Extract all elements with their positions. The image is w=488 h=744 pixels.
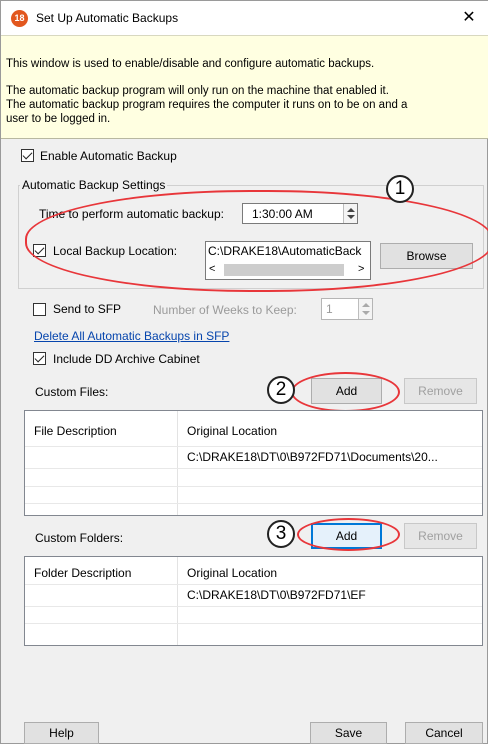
info-line-3: The automatic backup program requires th… [6, 99, 408, 111]
info-line-2: The automatic backup program will only r… [6, 85, 389, 97]
spin-up-icon[interactable] [362, 303, 370, 307]
weeks-to-keep-input[interactable]: 1 [321, 298, 373, 320]
table-header-folder-description: Folder Description [34, 566, 132, 580]
annotation-number-3: 3 [267, 520, 295, 548]
annotation-ellipse-1 [25, 190, 488, 292]
table-row-location[interactable]: C:\DRAKE18\DT\0\B972FD71\EF [187, 588, 479, 602]
table-header-original-location: Original Location [187, 424, 278, 438]
enable-backup-checkbox[interactable] [21, 149, 34, 162]
delete-sfp-backups-link[interactable]: Delete All Automatic Backups in SFP [34, 329, 229, 343]
custom-folders-table: Folder Description Original Location C:\… [24, 556, 483, 646]
weeks-to-keep-value: 1 [326, 302, 333, 316]
include-dd-archive-label: Include DD Archive Cabinet [53, 352, 200, 366]
remove-file-button[interactable]: Remove [404, 378, 477, 404]
weeks-spinner[interactable] [358, 299, 372, 319]
save-button[interactable]: Save [310, 722, 387, 744]
help-button[interactable]: Help [24, 722, 99, 744]
backup-settings-group-title: Automatic Backup Settings [20, 178, 168, 192]
custom-files-table: File Description Original Location C:\DR… [24, 410, 483, 516]
info-line-1: This window is used to enable/disable an… [6, 58, 375, 70]
close-icon[interactable]: ✕ [451, 4, 487, 32]
custom-files-label: Custom Files: [35, 385, 109, 399]
annotation-number-1: 1 [386, 175, 414, 203]
weeks-to-keep-label: Number of Weeks to Keep: [153, 303, 297, 317]
drake-app-icon: 18 [11, 10, 28, 27]
remove-folder-button[interactable]: Remove [404, 523, 477, 549]
info-banner: This window is used to enable/disable an… [1, 35, 488, 139]
annotation-ellipse-2 [291, 372, 400, 412]
title-bar: 18 Set Up Automatic Backups ✕ [1, 1, 488, 35]
table-header-file-description: File Description [34, 424, 117, 438]
enable-backup-label: Enable Automatic Backup [40, 149, 177, 163]
send-to-sfp-label: Send to SFP [53, 302, 122, 316]
annotation-ellipse-3 [297, 518, 400, 551]
window-title: Set Up Automatic Backups [36, 11, 179, 25]
table-row-location[interactable]: C:\DRAKE18\DT\0\B972FD71\Documents\20... [187, 450, 479, 464]
custom-folders-label: Custom Folders: [35, 531, 124, 545]
annotation-number-2: 2 [267, 376, 295, 404]
include-dd-archive-checkbox[interactable] [33, 352, 46, 365]
cancel-button[interactable]: Cancel [405, 722, 483, 744]
dialog-window: 18 Set Up Automatic Backups ✕ This windo… [0, 0, 488, 744]
table-header-original-location: Original Location [187, 566, 278, 580]
info-line-4: user to be logged in. [6, 113, 111, 125]
spin-down-icon[interactable] [362, 311, 370, 315]
send-to-sfp-checkbox[interactable] [33, 303, 46, 316]
